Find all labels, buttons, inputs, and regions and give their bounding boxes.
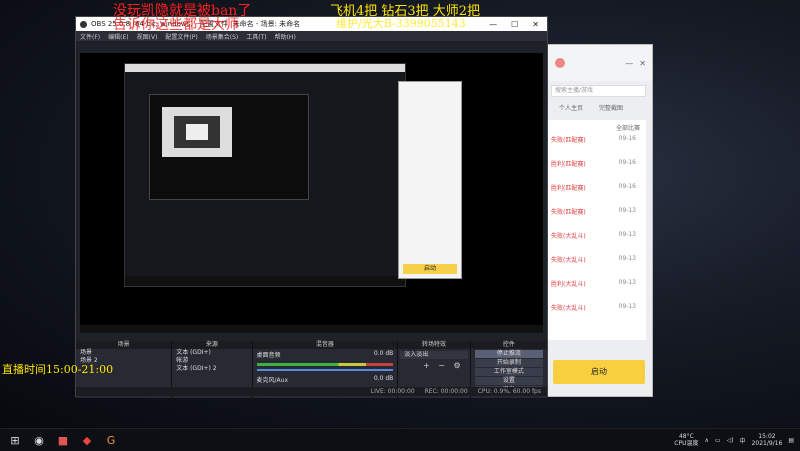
obs-statusbar: LIVE: 00:00:00 REC: 00:00:00 CPU: 0.9%, … bbox=[76, 387, 547, 396]
match-history-app: — ✕ 搜索主播/游戏 个人主页 完整截图 全部比赛 失败(匹配赛) 09-16 … bbox=[544, 44, 653, 397]
windows-taskbar: ⊞ ◉ ■ ◆ G 48°C CPU温度 ∧ ▭ ◁) 中 15:02 2021… bbox=[0, 428, 800, 451]
menu-file[interactable]: 文件(F) bbox=[80, 32, 100, 41]
nested-obs-capture bbox=[124, 63, 406, 287]
mixer-desktop-db: 0.0 dB bbox=[373, 350, 394, 357]
mixer-mic-db: 0.0 dB bbox=[373, 375, 394, 382]
nested-obs-capture-2 bbox=[149, 94, 309, 200]
rec-status: REC: 00:00:00 bbox=[424, 388, 468, 395]
minimize-icon[interactable]: — bbox=[489, 20, 497, 29]
source-item[interactable]: 帐游 bbox=[172, 357, 251, 365]
clock[interactable]: 15:02 2021/9/16 bbox=[752, 433, 783, 447]
transition-select[interactable]: 淡入淡出 bbox=[400, 351, 468, 359]
tab-screenshot[interactable]: 完整截图 bbox=[599, 103, 623, 112]
input-language[interactable]: 中 bbox=[740, 436, 746, 445]
list-item[interactable]: 失败(匹配赛) 09-16 bbox=[545, 135, 646, 159]
mixer-header: 混音器 bbox=[252, 341, 398, 349]
filter-dropdown[interactable]: 全部比赛 bbox=[545, 120, 646, 135]
tray-chevron-icon[interactable]: ∧ bbox=[705, 437, 709, 444]
search-input[interactable]: 搜索主播/游戏 bbox=[551, 85, 646, 97]
match-list: 全部比赛 失败(匹配赛) 09-16 胜利(匹配赛) 09-16 胜利(匹配赛) 09… bbox=[545, 120, 646, 340]
windows-start-icon[interactable]: ⊞ bbox=[6, 431, 24, 449]
source-item[interactable]: 文本 (GDI+) 2 bbox=[172, 365, 251, 373]
notification-icon[interactable]: ▤ bbox=[788, 437, 794, 444]
mini-start-button: 启动 bbox=[403, 264, 457, 274]
start-recording-button[interactable]: 开始录制 bbox=[474, 359, 544, 367]
overlay-red-sub: 告诉你这些都是大师 bbox=[113, 17, 239, 33]
preview-taskbar bbox=[80, 325, 543, 333]
list-item[interactable]: 失败(大乱斗) 09-13 bbox=[545, 231, 646, 255]
obs-window: OBS 25.0.8 (64-bit, windows) - 配置文件: 未命名… bbox=[75, 16, 548, 398]
obs-app-icon bbox=[80, 20, 87, 28]
app-logo-icon bbox=[555, 58, 565, 68]
mixer-desktop-label: 桌面音频 bbox=[256, 352, 281, 359]
list-item[interactable]: 胜利(匹配赛) 09-16 bbox=[545, 183, 646, 207]
overlay-contact: 维护/光大B-3399055143 bbox=[336, 17, 466, 30]
nested-side-app bbox=[315, 84, 395, 264]
network-icon[interactable]: ▭ bbox=[715, 437, 721, 444]
cpu-temp: 48°C bbox=[678, 433, 694, 440]
list-item[interactable]: 失败(大乱斗) 09-13 bbox=[545, 303, 646, 327]
obs-taskbar-icon[interactable]: ◉ bbox=[30, 431, 48, 449]
live-status: LIVE: 00:00:00 bbox=[370, 388, 415, 395]
game-taskbar-icon[interactable]: ◆ bbox=[78, 431, 96, 449]
app-taskbar-icon[interactable]: ■ bbox=[54, 431, 72, 449]
side-app-header: — ✕ bbox=[545, 45, 652, 81]
scenes-header: 场景 bbox=[76, 341, 172, 349]
transition-tools[interactable]: + − ⚙ bbox=[423, 361, 464, 370]
list-item[interactable]: 失败(大乱斗) 09-13 bbox=[545, 255, 646, 279]
nested-titlebar bbox=[125, 64, 405, 72]
clock-time: 15:02 bbox=[758, 433, 776, 440]
system-tray: 48°C CPU温度 ∧ ▭ ◁) 中 15:02 2021/9/16 ▤ bbox=[674, 433, 800, 447]
studio-mode-button[interactable]: 工作室模式 bbox=[474, 368, 544, 376]
menu-help[interactable]: 帮助(H) bbox=[275, 32, 296, 41]
tab-profile[interactable]: 个人主页 bbox=[559, 103, 583, 112]
stop-streaming-button[interactable]: 停止推流 bbox=[474, 350, 544, 358]
desktop-volume-slider[interactable] bbox=[256, 369, 394, 371]
list-item[interactable]: 胜利(大乱斗) 09-13 bbox=[545, 279, 646, 303]
browser-taskbar-icon[interactable]: G bbox=[102, 431, 120, 449]
transitions-header: 转场特效 bbox=[398, 341, 470, 349]
recursive-tunnel bbox=[162, 107, 232, 157]
cpu-temp-label: CPU温度 bbox=[674, 440, 699, 447]
scene-item[interactable]: 场景 bbox=[76, 349, 171, 357]
sources-header: 来源 bbox=[172, 341, 252, 349]
overlay-stream-time: 直播时间15:00-21:00 bbox=[2, 363, 114, 376]
source-item[interactable]: 文本 (GDI+) bbox=[172, 349, 251, 357]
nested-taskbar bbox=[125, 276, 405, 286]
maximize-icon[interactable]: ☐ bbox=[511, 20, 518, 29]
desktop-audio-meter bbox=[256, 363, 394, 366]
cpu-status: CPU: 0.9%, 60.00 fps bbox=[477, 388, 541, 395]
volume-icon[interactable]: ◁) bbox=[727, 437, 734, 444]
menu-tools[interactable]: 工具(T) bbox=[246, 32, 266, 41]
start-button[interactable]: 启动 bbox=[553, 360, 645, 384]
mixer-mic-label: 麦克风/Aux bbox=[256, 377, 288, 384]
clock-date: 2021/9/16 bbox=[751, 440, 783, 447]
controls-header: 控件 bbox=[470, 341, 548, 349]
close-icon[interactable]: ✕ bbox=[639, 59, 652, 68]
close-icon[interactable]: ✕ bbox=[532, 20, 539, 29]
list-item[interactable]: 胜利(匹配赛) 09-16 bbox=[545, 159, 646, 183]
list-item[interactable]: 失败(匹配赛) 09-13 bbox=[545, 207, 646, 231]
minimize-icon[interactable]: — bbox=[625, 59, 633, 68]
settings-button[interactable]: 设置 bbox=[474, 377, 544, 385]
side-app-tabs: 个人主页 完整截图 bbox=[545, 103, 652, 112]
mini-side-app: 启动 bbox=[398, 81, 462, 279]
preview-canvas[interactable]: 启动 bbox=[80, 53, 543, 333]
